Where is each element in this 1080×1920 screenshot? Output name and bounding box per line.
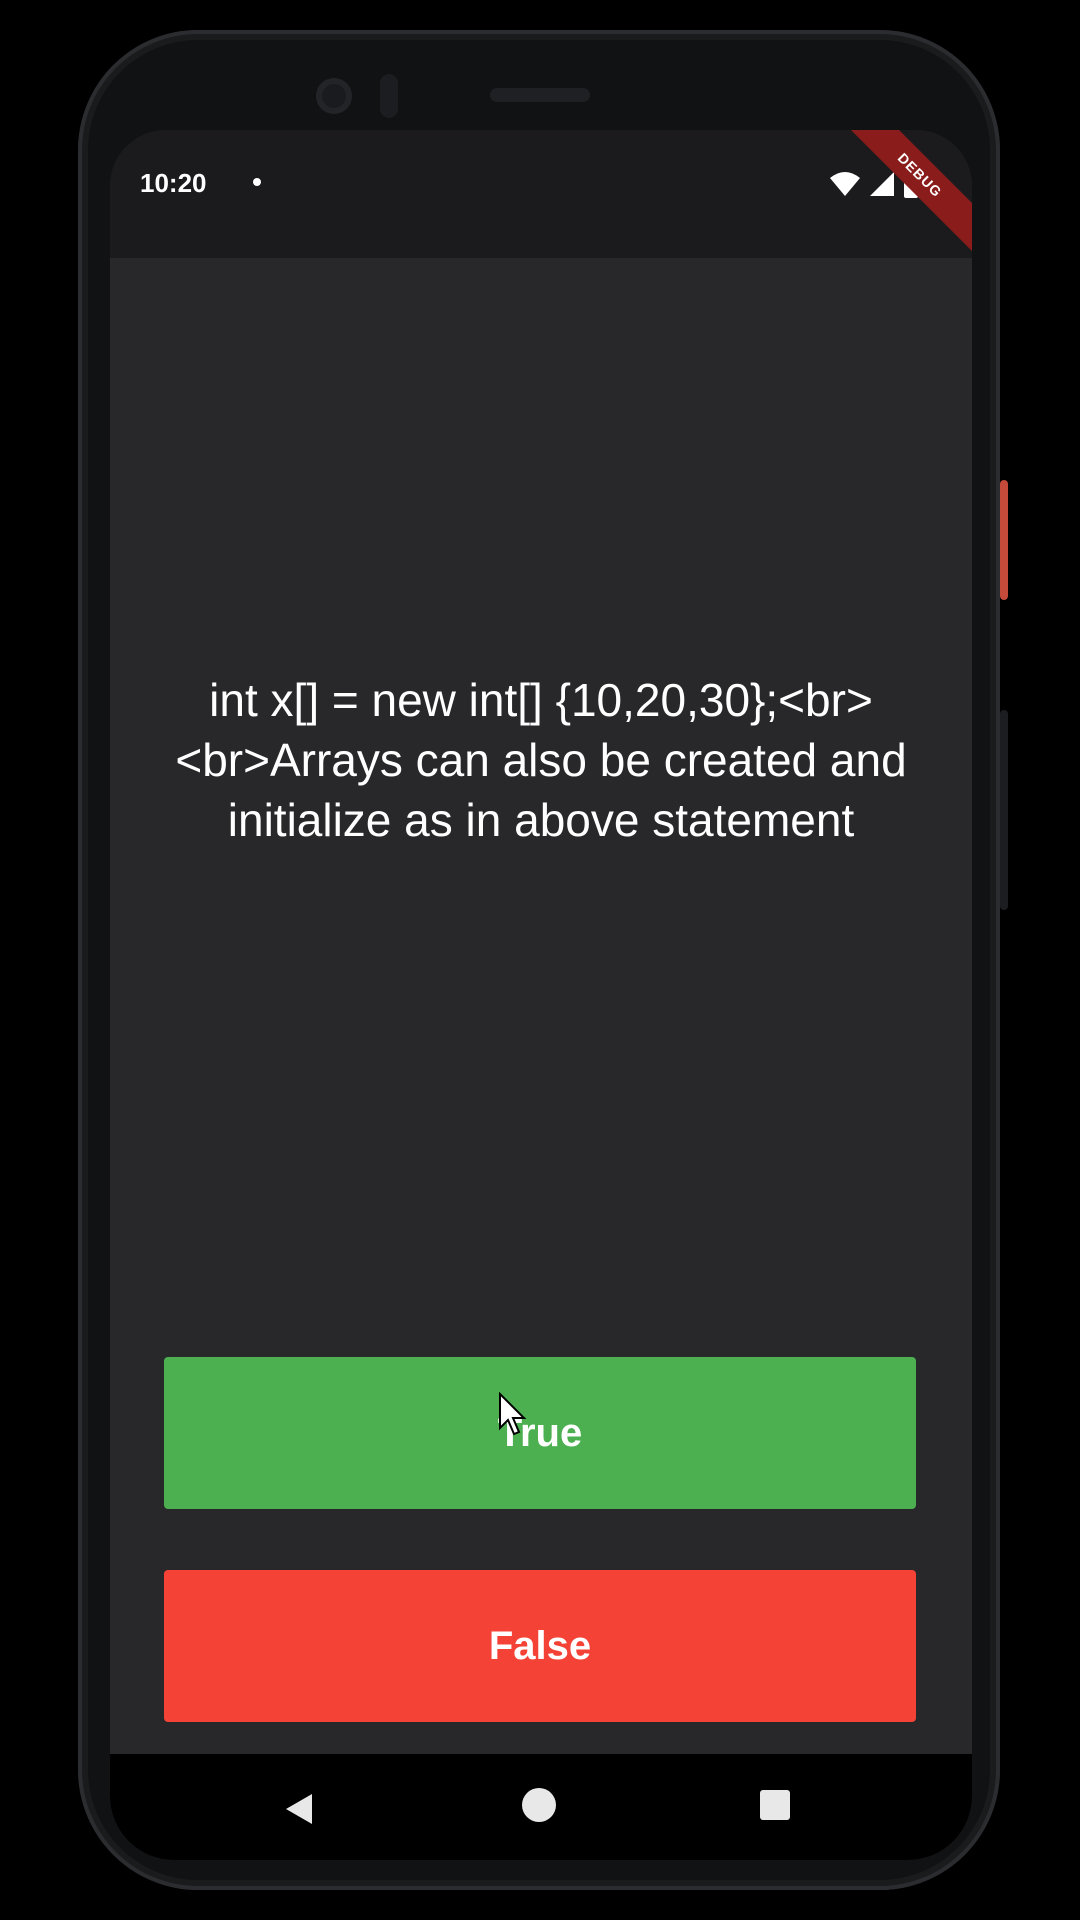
wifi-icon xyxy=(830,172,860,196)
false-button[interactable]: False xyxy=(164,1570,916,1722)
earpiece-speaker xyxy=(490,88,590,102)
front-camera xyxy=(316,78,352,114)
notification-dot-icon xyxy=(253,178,261,186)
mouse-cursor-icon xyxy=(499,1392,527,1436)
navigation-bar xyxy=(110,1754,972,1860)
true-button[interactable]: True xyxy=(164,1357,916,1509)
back-icon[interactable] xyxy=(284,1792,314,1826)
cellular-signal-icon xyxy=(870,172,894,196)
status-time: 10:20 xyxy=(140,168,207,198)
app-screen: 10:20 DEBUG int x[] = new int[] {10,20,3… xyxy=(110,130,972,1860)
proximity-sensor xyxy=(380,74,398,118)
status-bar: 10:20 DEBUG xyxy=(110,130,972,265)
volume-button[interactable] xyxy=(1000,710,1008,910)
recents-icon[interactable] xyxy=(760,1790,790,1820)
power-button[interactable] xyxy=(1000,480,1008,600)
question-text: int x[] = new int[] {10,20,30};<br><br>A… xyxy=(175,674,907,846)
home-icon[interactable] xyxy=(522,1788,556,1822)
false-button-label: False xyxy=(488,1623,592,1668)
